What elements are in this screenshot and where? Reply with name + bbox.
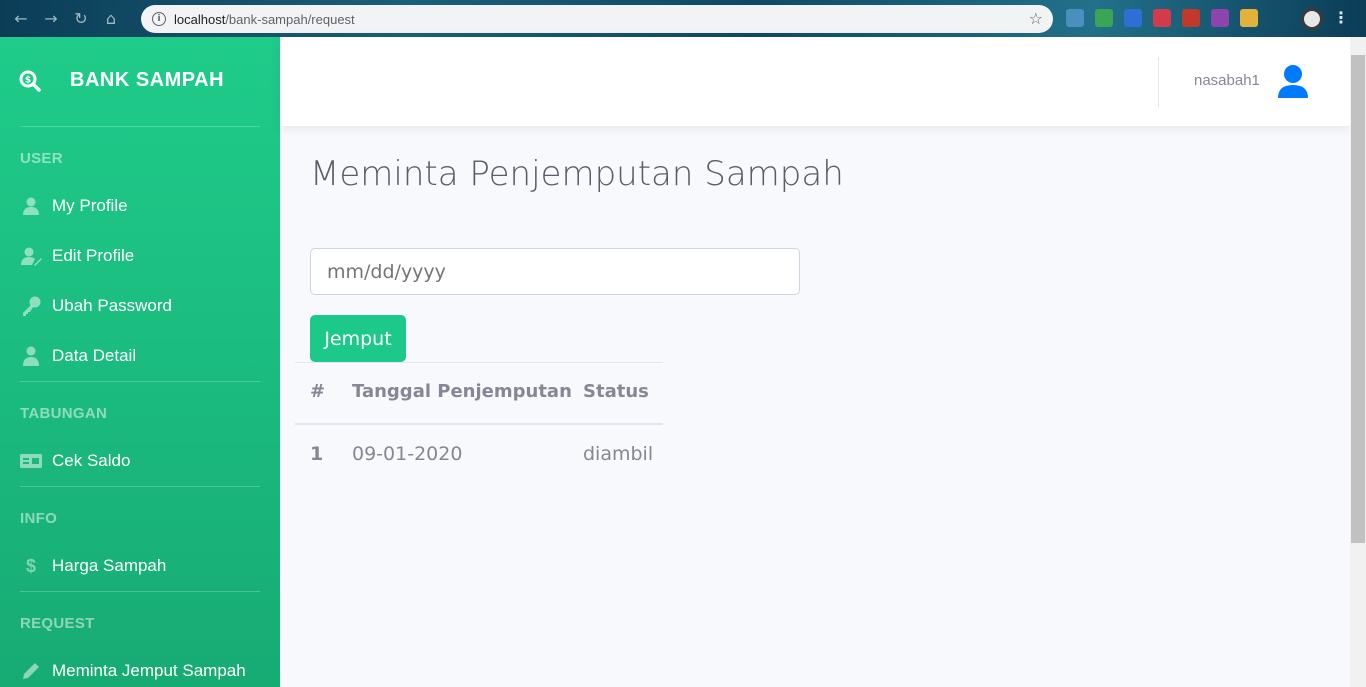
table-header-border [295,423,663,425]
jemput-button[interactable]: Jemput [310,315,406,362]
sidebar-divider [20,126,260,127]
address-bar[interactable]: i localhost/bank-sampah/request ☆ [141,5,1053,33]
sidebar-item-harga-sampah[interactable]: $ Harga Sampah [0,548,280,584]
sidebar-item-edit-profile[interactable]: Edit Profile [0,238,280,274]
browser-menu-icon[interactable]: ⋮ [1333,8,1349,27]
extension-icon[interactable] [1240,9,1258,27]
user-avatar-icon[interactable] [1276,63,1310,99]
url-text: localhost/bank-sampah/request [174,11,355,27]
extension-icon[interactable] [1124,9,1142,27]
svg-text:$: $ [25,76,31,86]
reload-icon[interactable]: ↻ [66,4,96,34]
pencil-icon [23,663,39,679]
back-icon[interactable]: ← [6,4,36,34]
section-request: REQUEST [20,615,95,632]
pickup-date-input[interactable] [310,248,800,295]
info-icon[interactable]: i [152,12,166,26]
sidebar-item-ubah-password[interactable]: Ubah Password [0,288,280,324]
table-cell-status: diambil [583,443,654,465]
table-header-date: Tanggal Penjemputan [352,381,572,402]
sidebar-item-label: Cek Saldo [52,451,131,470]
sidebar-divider [20,591,260,592]
sidebar-item-label: Data Detail [52,346,137,365]
sidebar-item-my-profile[interactable]: My Profile [0,188,280,224]
extension-icon[interactable] [1182,9,1200,27]
sidebar-item-cek-saldo[interactable]: Cek Saldo [0,443,280,479]
sidebar-item-label: My Profile [52,196,128,215]
extension-icon[interactable] [1066,9,1084,27]
bookmark-star-icon[interactable]: ☆ [1029,9,1043,28]
user-icon [23,197,39,215]
table-header-status: Status [583,381,649,402]
sidebar-item-label: Harga Sampah [52,556,167,575]
search-dollar-icon: $ [19,70,41,92]
user-name[interactable]: nasabah1 [1194,72,1260,89]
table-header-number: # [310,381,326,402]
section-user: USER [20,150,63,167]
sidebar-item-label: Ubah Password [52,296,173,315]
browser-toolbar: ← → ↻ ⌂ i localhost/bank-sampah/request … [0,0,1366,37]
topbar-divider [1158,57,1159,107]
section-tabungan: TABUNGAN [20,405,108,422]
topbar: nasabah1 [280,37,1350,126]
home-icon[interactable]: ⌂ [96,4,126,34]
sidebar-item-meminta-jemput[interactable]: Meminta Jemput Sampah [0,653,280,687]
sidebar-item-label: Meminta Jemput Sampah [52,661,246,680]
key-icon [23,296,41,316]
user-edit-icon [21,247,42,266]
extensions-row [1066,9,1258,27]
page-title: Meminta Penjemputan Sampah [310,154,844,194]
table-cell-date: 09-01-2020 [352,443,463,465]
id-card-icon [20,454,42,468]
forward-icon[interactable]: → [36,4,66,34]
extension-icon[interactable] [1095,9,1113,27]
brand-title: BANK SAMPAH [70,69,225,91]
table-border [295,362,663,363]
scrollbar-thumb[interactable] [1351,55,1365,543]
section-info: INFO [20,510,58,527]
table-cell-number: 1 [310,443,324,465]
sidebar: $ BANK SAMPAH USER My Profile Edit Profi… [0,37,280,687]
extension-icon[interactable] [1211,9,1229,27]
sidebar-divider [20,486,260,487]
sidebar-item-label: Edit Profile [52,246,135,265]
dollar-icon: $ [25,555,36,576]
extension-icon[interactable] [1153,9,1171,27]
user-tie-icon [23,346,39,366]
sidebar-item-data-detail[interactable]: Data Detail [0,338,280,374]
browser-profile-icon[interactable] [1301,8,1323,30]
sidebar-divider [20,381,260,382]
sidebar-brand[interactable]: $ BANK SAMPAH [0,37,280,125]
